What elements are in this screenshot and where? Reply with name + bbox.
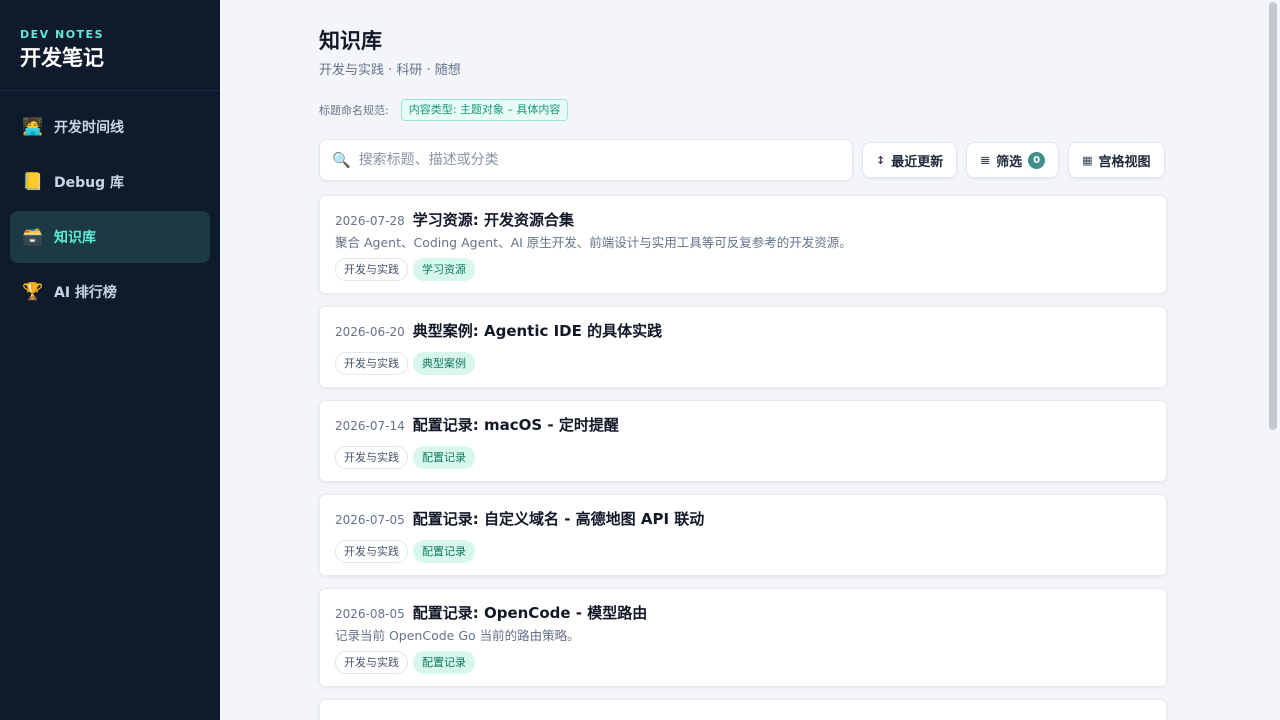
trophy-icon: 🏆	[22, 282, 44, 302]
card-header: 2026-07-05 配置记录: 自定义域名 - 高德地图 API 联动	[335, 509, 1151, 529]
tag-type[interactable]: 学习资源	[413, 258, 475, 281]
card-tags: 开发与实践 学习资源	[335, 258, 1151, 281]
brand: DEV NOTES 开发笔记	[0, 0, 220, 91]
article-card[interactable]: 2026-07-28 学习资源: 开发资源合集 聚合 Agent、Coding …	[319, 195, 1167, 294]
brand-title: 开发笔记	[20, 46, 104, 70]
sort-button[interactable]: ↕ 最近更新	[862, 142, 958, 178]
tag-area[interactable]: 开发与实践	[335, 258, 408, 281]
card-title: 配置记录: 自定义域名 - 高德地图 API 联动	[412, 510, 705, 528]
notebook-icon: 📒	[22, 172, 44, 192]
card-header: 2026-07-14 配置记录: macOS - 定时提醒	[335, 415, 1151, 435]
filter-button-label: 筛选	[996, 154, 1023, 170]
card-date: 2026-07-14	[335, 419, 405, 433]
card-description: 聚合 Agent、Coding Agent、AI 原生开发、前端设计与实用工具等…	[335, 235, 852, 250]
tag-area[interactable]: 开发与实践	[335, 540, 408, 563]
card-title: 配置记录: macOS - 定时提醒	[412, 416, 619, 434]
card-box-icon: 🗃️	[22, 227, 44, 247]
filter-count-badge: 0	[1028, 151, 1046, 169]
card-title: 典型案例: Agentic IDE 的具体实践	[412, 322, 663, 340]
sidebar-item-label: 开发时间线	[54, 120, 124, 136]
tag-type[interactable]: 典型案例	[413, 352, 475, 375]
filter-button[interactable]: 𝌆 筛选 0	[966, 142, 1060, 178]
search-input[interactable]	[358, 152, 840, 168]
page-subtitle: 开发与实践 · 科研 · 随想	[319, 63, 461, 78]
article-card[interactable]: 2026-07-05 配置记录: 自定义域名 - 高德地图 API 联动 开发与…	[319, 494, 1167, 576]
card-description: 记录当前 OpenCode Go 当前的路由策略。	[335, 628, 580, 643]
tag-type[interactable]: 配置记录	[413, 446, 475, 469]
article-card[interactable]: 2026-08-05 配置记录: OpenCode - 模型路由 记录当前 Op…	[319, 588, 1167, 687]
content: 知识库 开发与实践 · 科研 · 随想 标题命名规范: 内容类型: 主题对象 –…	[319, 0, 1167, 720]
app-root: DEV NOTES 开发笔记 🧑‍💻 开发时间线 📒 Debug 库 🗃️ 知识…	[0, 0, 1280, 720]
sidebar-item-ai-ranking[interactable]: 🏆 AI 排行榜	[10, 266, 210, 318]
naming-label: 标题命名规范:	[319, 104, 389, 117]
tag-type[interactable]: 配置记录	[413, 651, 475, 674]
card-date: 2026-08-05	[335, 607, 405, 621]
article-card[interactable]: 2026-06-20 典型案例: Agentic IDE 的具体实践 开发与实践…	[319, 306, 1167, 388]
article-card[interactable]: 2026-07-14 配置记录: macOS - 定时提醒 开发与实践 配置记录	[319, 400, 1167, 482]
main-area: 知识库 开发与实践 · 科研 · 随想 标题命名规范: 内容类型: 主题对象 –…	[220, 0, 1280, 720]
sidebar-item-debug[interactable]: 📒 Debug 库	[10, 156, 210, 208]
tag-area[interactable]: 开发与实践	[335, 651, 408, 674]
card-title: 学习资源: 开发资源合集	[412, 211, 574, 229]
naming-convention: 标题命名规范: 内容类型: 主题对象 – 具体内容	[319, 99, 1167, 121]
brand-subtitle: DEV NOTES	[20, 28, 104, 41]
grid-view-label: 宫格视图	[1098, 154, 1151, 170]
sidebar-item-label: 知识库	[54, 230, 96, 246]
developer-icon: 🧑‍💻	[22, 117, 44, 137]
sidebar-item-label: Debug 库	[54, 175, 124, 191]
grid-icon: ▦	[1082, 153, 1093, 167]
sidebar-nav: 🧑‍💻 开发时间线 📒 Debug 库 🗃️ 知识库 🏆 AI 排行榜	[0, 91, 220, 331]
filter-icon: 𝌆	[980, 153, 991, 167]
sidebar-item-timeline[interactable]: 🧑‍💻 开发时间线	[10, 101, 210, 153]
page-title: 知识库	[319, 29, 382, 53]
article-card-partial[interactable]	[319, 699, 1167, 720]
scrollbar-track[interactable]	[1266, 0, 1280, 720]
card-tags: 开发与实践 配置记录	[335, 651, 1151, 674]
sort-arrows-icon: ↕	[876, 153, 886, 167]
card-header: 2026-06-20 典型案例: Agentic IDE 的具体实践	[335, 321, 1151, 341]
card-header: 2026-07-28 学习资源: 开发资源合集	[335, 210, 1151, 230]
naming-rule-chip: 内容类型: 主题对象 – 具体内容	[400, 99, 569, 121]
grid-view-button[interactable]: ▦ 宫格视图	[1068, 142, 1165, 178]
card-title: 配置记录: OpenCode - 模型路由	[412, 604, 648, 622]
sidebar: DEV NOTES 开发笔记 🧑‍💻 开发时间线 📒 Debug 库 🗃️ 知识…	[0, 0, 220, 720]
search-icon: 🔍	[332, 151, 351, 169]
card-date: 2026-06-20	[335, 325, 405, 339]
search-box[interactable]: 🔍	[319, 139, 853, 181]
scrollbar-thumb[interactable]	[1269, 2, 1277, 430]
tag-area[interactable]: 开发与实践	[335, 352, 408, 375]
article-list: 2026-07-28 学习资源: 开发资源合集 聚合 Agent、Coding …	[319, 195, 1167, 720]
toolbar: 🔍 ↕ 最近更新 𝌆 筛选 0 ▦ 宫格视图	[319, 139, 1167, 181]
card-date: 2026-07-05	[335, 513, 405, 527]
sort-button-label: 最近更新	[891, 154, 944, 170]
card-date: 2026-07-28	[335, 214, 405, 228]
card-header: 2026-08-05 配置记录: OpenCode - 模型路由	[335, 603, 1151, 623]
card-tags: 开发与实践 配置记录	[335, 540, 1151, 563]
sidebar-item-label: AI 排行榜	[54, 285, 117, 301]
card-tags: 开发与实践 典型案例	[335, 352, 1151, 375]
tag-type[interactable]: 配置记录	[413, 540, 475, 563]
card-tags: 开发与实践 配置记录	[335, 446, 1151, 469]
sidebar-item-knowledge-base[interactable]: 🗃️ 知识库	[10, 211, 210, 263]
tag-area[interactable]: 开发与实践	[335, 446, 408, 469]
